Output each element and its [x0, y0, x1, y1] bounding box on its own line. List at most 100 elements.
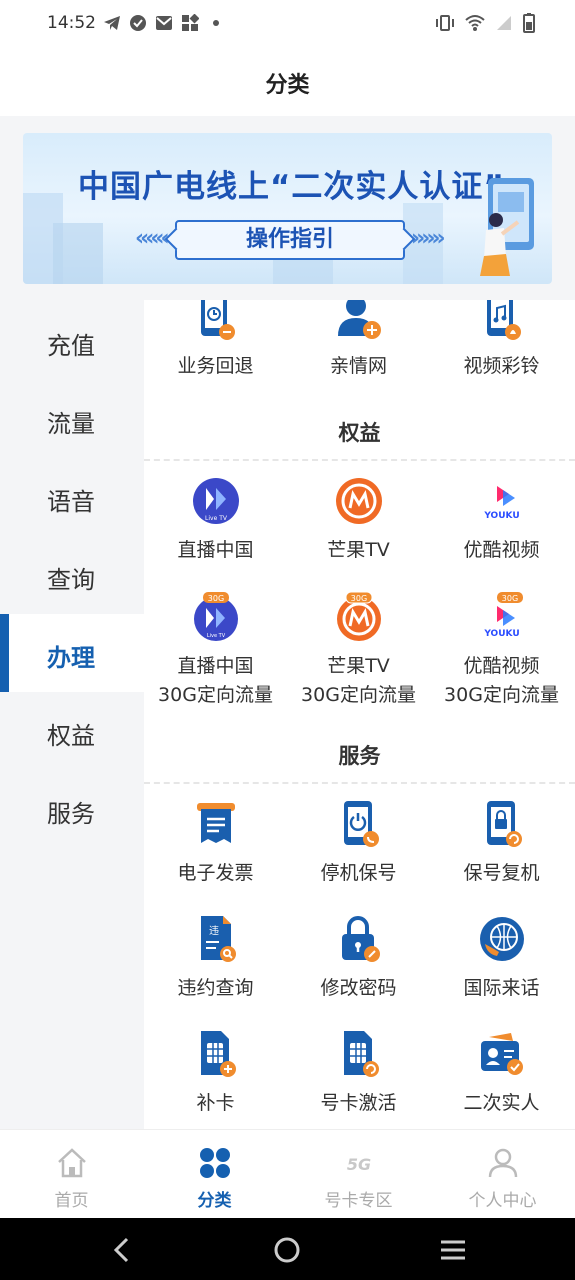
grid-item-youku-30g[interactable]: YOUKU 30G 优酷视频 30G定向流量 [430, 592, 573, 710]
recents-menu-icon[interactable] [438, 1235, 468, 1265]
grid-item-label: 芒果TV [327, 539, 390, 561]
video-ringtone-icon [486, 300, 521, 340]
grid-item-family-network[interactable]: 亲情网 [287, 300, 430, 381]
sidebar-item-recharge[interactable]: 充值 [0, 302, 144, 380]
grid-item-label: 二次实人 [463, 1092, 540, 1114]
breach-query-icon: 违 [200, 916, 236, 962]
grid-item-change-password[interactable]: 修改密码 [287, 914, 430, 1003]
live-china-30g-icon: Live TV 30G [193, 592, 238, 641]
home-button-icon[interactable] [272, 1235, 302, 1265]
category-sidebar: 充值 流量 语音 查询 办理 权益 服务 [0, 300, 144, 1129]
sidebar-item-label: 语音 [47, 488, 95, 516]
battery-icon [523, 13, 535, 33]
nav-item-label: 首页 [54, 1191, 89, 1211]
profile-icon [488, 1148, 517, 1178]
nav-item-label: 号卡专区 [324, 1191, 393, 1211]
sidebar-item-label: 查询 [47, 566, 95, 594]
grid-item-label-line2: 30G定向流量 [158, 684, 273, 706]
sidebar-item-label: 充值 [47, 332, 95, 360]
grid-item-label: 视频彩铃 [463, 355, 540, 377]
grid-item-real-name-verify[interactable]: 二次实人 [430, 1029, 573, 1118]
grid-item-breach-query[interactable]: 违 违约查询 [144, 914, 287, 1003]
grid-item-live-china[interactable]: Live TV 直播中国 [144, 476, 287, 565]
banner-title: 中国广电线上“二次实人认证” [78, 169, 505, 205]
sidebar-item-rights[interactable]: 权益 [0, 692, 144, 770]
section-divider [144, 782, 575, 784]
grid-item-label-line2: 30G定向流量 [301, 684, 416, 706]
grid-item-video-ringtone[interactable]: 视频彩铃 [430, 300, 573, 381]
telegram-icon [104, 16, 120, 30]
grid-item-mango-tv-30g[interactable]: 30G 芒果TV 30G定向流量 [287, 591, 430, 710]
live-tv-logo-text: Live TV [206, 633, 225, 639]
youku-icon: YOUKU [478, 478, 525, 524]
grid-item-label-line1: 直播中国 [177, 655, 254, 677]
change-password-icon [341, 916, 380, 962]
grid-item-label: 停机保号 [320, 862, 397, 884]
sidebar-item-voice[interactable]: 语音 [0, 458, 144, 536]
invoice-icon [196, 803, 235, 843]
category-icon [199, 1148, 230, 1178]
30g-badge: 30G [350, 594, 366, 603]
page-title: 分类 [265, 73, 310, 98]
sidebar-item-query[interactable]: 查询 [0, 536, 144, 614]
youku-30g-icon: YOUKU 30G [478, 592, 525, 640]
grid-item-live-china-30g[interactable]: Live TV 30G 直播中国 30G定向流量 [144, 592, 287, 710]
grid-item-replace-sim[interactable]: 补卡 [144, 1029, 287, 1118]
grid-item-label: 电子发票 [177, 862, 254, 884]
grid-item-mango-tv[interactable]: 芒果TV [287, 476, 430, 565]
sidebar-item-label: 流量 [47, 410, 95, 438]
system-navigation-bar [0, 1218, 575, 1280]
grid-item-label: 国际来话 [463, 977, 540, 999]
grid-item-label: 补卡 [196, 1092, 235, 1114]
sidebar-item-label: 权益 [47, 722, 95, 750]
sidebar-item-data[interactable]: 流量 [0, 380, 144, 458]
grid-item-label-line1: 芒果TV [327, 655, 390, 677]
grid-item-suspend-keep-number[interactable]: 停机保号 [287, 799, 430, 888]
youku-logo-text: YOUKU [483, 629, 519, 639]
status-bar: 14:52 [0, 0, 575, 48]
grid-item-international-call[interactable]: 国际来话 [430, 914, 573, 1003]
nav-item-sim-zone[interactable]: 5G 号卡专区 [287, 1130, 430, 1219]
activate-sim-icon [343, 1031, 379, 1077]
grid-item-activate-sim[interactable]: 号卡激活 [287, 1029, 430, 1118]
family-add-icon [337, 300, 381, 339]
sidebar-item-label: 服务 [47, 800, 95, 828]
person-at-screen-illustration [480, 178, 534, 276]
grid-item-label-line1: 优酷视频 [463, 655, 540, 677]
5g-icon: 5G [346, 1155, 370, 1174]
banner-area: 中国广电线上“二次实人认证” ««« 操作指引 »»» [0, 116, 575, 300]
nav-item-category[interactable]: 分类 [143, 1130, 286, 1219]
nav-item-label: 个人中心 [468, 1191, 537, 1211]
mail-icon [156, 16, 172, 30]
grid-item-label: 业务回退 [177, 355, 254, 377]
status-time: 14:52 [47, 13, 96, 33]
back-icon[interactable] [107, 1235, 137, 1265]
sidebar-item-handle[interactable]: 办理 [0, 614, 144, 692]
chevrons-left-icon: ««« [135, 226, 170, 251]
mango-tv-30g-icon: 30G [336, 591, 381, 641]
grid-item-label: 修改密码 [320, 977, 397, 999]
check-circle-icon [130, 15, 146, 31]
grid-item-label: 号卡激活 [320, 1092, 397, 1114]
30g-badge: 30G [207, 594, 223, 603]
app-grid-icon [182, 14, 199, 31]
sidebar-item-service[interactable]: 服务 [0, 770, 144, 848]
grid-item-e-invoice[interactable]: 电子发票 [144, 799, 287, 888]
chevrons-right-icon: »»» [411, 226, 446, 251]
grid-item-label: 芒果TV 30G定向流量 [287, 652, 430, 710]
grid-item-label: 优酷视频 [463, 539, 540, 561]
nav-item-home[interactable]: 首页 [0, 1130, 143, 1219]
grid-item-resume-service[interactable]: 保号复机 [430, 799, 573, 888]
5g-badge: 5G [346, 1155, 370, 1174]
promo-banner[interactable]: 中国广电线上“二次实人认证” ««« 操作指引 »»» [23, 133, 552, 284]
international-call-icon [479, 917, 524, 961]
grid-item-youku[interactable]: YOUKU 优酷视频 [430, 476, 573, 565]
section-title-service: 服务 [338, 744, 381, 768]
signal-icon [497, 16, 511, 30]
grid-item-business-rollback[interactable]: 业务回退 [144, 300, 287, 381]
banner-guide-button[interactable]: 操作指引 [175, 220, 405, 260]
wifi-icon [465, 15, 485, 31]
nav-item-profile[interactable]: 个人中心 [431, 1130, 574, 1219]
home-icon [57, 1148, 86, 1178]
banner-background-art [23, 193, 443, 284]
